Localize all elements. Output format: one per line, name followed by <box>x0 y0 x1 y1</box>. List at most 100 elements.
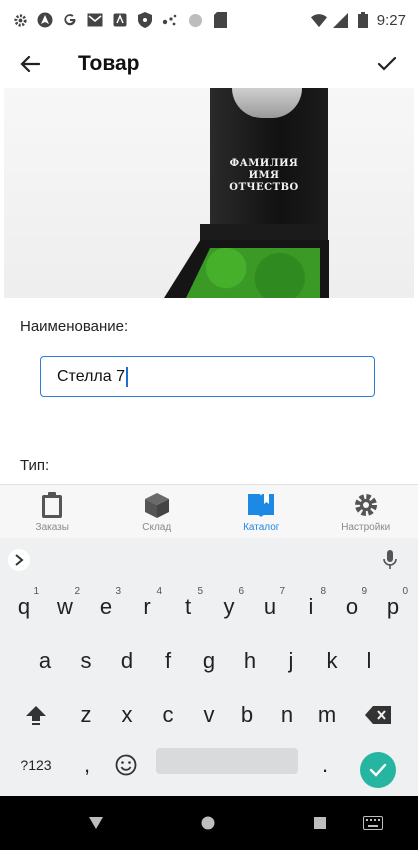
key-u[interactable]: u7 <box>251 584 289 630</box>
wifi-icon <box>310 12 327 28</box>
key-i[interactable]: i8 <box>292 584 330 630</box>
key-char: r <box>143 594 151 619</box>
key-hint: 6 <box>238 586 244 597</box>
name-input-value: Стелла 7 <box>57 367 125 385</box>
dots-icon <box>162 12 178 28</box>
keyboard-row-1: q1 w2 e3 r4 t5 y6 u7 i8 o9 p0 <box>0 584 418 636</box>
text-caret <box>125 366 128 387</box>
key-hint: 4 <box>156 586 162 597</box>
key-a[interactable]: a <box>26 638 64 684</box>
gmail-icon <box>87 12 103 28</box>
key-x[interactable]: x <box>108 692 146 738</box>
period-key[interactable]: . <box>310 742 340 788</box>
keyboard-row-4: ?123 , . <box>0 742 418 794</box>
backspace-key[interactable] <box>356 692 400 738</box>
backspace-icon <box>365 706 391 724</box>
back-button[interactable] <box>16 50 44 78</box>
key-v[interactable]: v <box>190 692 228 738</box>
key-r[interactable]: r4 <box>128 584 166 630</box>
key-q[interactable]: q1 <box>5 584 43 630</box>
key-e[interactable]: e3 <box>87 584 125 630</box>
shift-icon <box>26 706 46 725</box>
shift-key[interactable] <box>16 692 56 738</box>
key-n[interactable]: n <box>268 692 306 738</box>
home-circle-icon <box>201 816 215 830</box>
emoji-key[interactable] <box>106 742 146 788</box>
navigation-icon <box>37 12 53 28</box>
key-k[interactable]: k <box>313 638 351 684</box>
emoji-icon <box>115 754 137 776</box>
key-char: w <box>57 594 73 619</box>
nav-item-catalog[interactable]: Каталог <box>209 485 314 538</box>
key-hint: 2 <box>74 586 80 597</box>
key-char: o <box>345 594 359 619</box>
key-h[interactable]: h <box>231 638 269 684</box>
square-recents-icon <box>314 817 326 829</box>
status-icons-left <box>12 12 228 28</box>
shield-icon <box>137 12 153 28</box>
triangle-back-icon <box>89 817 103 829</box>
back-nav-button[interactable] <box>86 813 106 833</box>
key-s[interactable]: s <box>67 638 105 684</box>
battery-icon <box>355 12 371 28</box>
keyboard-suggestion-bar <box>0 538 418 582</box>
expand-suggestions-button[interactable] <box>8 549 30 571</box>
settings-icon <box>12 12 28 28</box>
inscription-line: ИМЯ <box>248 170 280 181</box>
app-bar: Товар <box>0 40 418 88</box>
key-hint: 5 <box>197 586 203 597</box>
status-time: 9:27 <box>376 11 406 29</box>
key-w[interactable]: w2 <box>46 584 84 630</box>
nav-label-orders: Заказы <box>35 522 69 533</box>
symbols-key[interactable]: ?123 <box>10 742 62 788</box>
key-o[interactable]: o9 <box>333 584 371 630</box>
key-hint: 8 <box>320 586 326 597</box>
key-f[interactable]: f <box>149 638 187 684</box>
key-y[interactable]: y6 <box>210 584 248 630</box>
nav-item-warehouse[interactable]: Склад <box>105 485 210 538</box>
name-label: Наименование: <box>20 318 129 335</box>
key-b[interactable]: b <box>228 692 266 738</box>
arrow-left-icon <box>20 55 40 73</box>
nav-label-catalog: Каталог <box>243 522 280 533</box>
signal-icon <box>333 12 349 28</box>
inscription-line: ОТЧЕСТВО <box>229 182 299 193</box>
key-p[interactable]: p0 <box>374 584 412 630</box>
key-c[interactable]: c <box>149 692 187 738</box>
soft-keyboard: q1 w2 e3 r4 t5 y6 u7 i8 o9 p0 a s d f g … <box>0 538 418 796</box>
name-input[interactable]: Стелла 7 <box>40 356 375 397</box>
keyboard-switch-button[interactable] <box>360 813 386 833</box>
key-z[interactable]: z <box>67 692 105 738</box>
sd-card-icon <box>212 12 228 28</box>
key-d[interactable]: d <box>108 638 146 684</box>
keyboard-row-3: z x c v b n m <box>0 692 418 744</box>
app-icon <box>112 12 128 28</box>
key-l[interactable]: l <box>350 638 388 684</box>
gear-icon <box>352 491 380 519</box>
nav-item-orders[interactable]: Заказы <box>0 485 105 538</box>
enter-key[interactable] <box>360 752 396 788</box>
headstone-inscription: ФАМИЛИЯ ИМЯ ОТЧЕСТВО <box>214 158 314 194</box>
key-char: e <box>99 594 113 619</box>
check-icon <box>377 56 397 71</box>
nav-item-settings[interactable]: Настройки <box>314 485 418 538</box>
save-button[interactable] <box>372 49 402 79</box>
key-char: t <box>184 594 192 619</box>
space-key[interactable] <box>156 748 298 774</box>
key-t[interactable]: t5 <box>169 584 207 630</box>
key-j[interactable]: j <box>272 638 310 684</box>
product-image[interactable]: ФАМИЛИЯ ИМЯ ОТЧЕСТВО <box>4 88 414 298</box>
inscription-line: ФАМИЛИЯ <box>229 158 299 169</box>
key-m[interactable]: m <box>308 692 346 738</box>
microphone-icon <box>383 550 397 569</box>
nav-label-warehouse: Склад <box>142 522 172 533</box>
home-nav-button[interactable] <box>198 813 218 833</box>
key-char: u <box>263 594 277 619</box>
nav-label-settings: Настройки <box>341 522 391 533</box>
recents-nav-button[interactable] <box>310 813 330 833</box>
comma-key[interactable]: , <box>68 742 106 788</box>
voice-input-button[interactable] <box>380 549 400 571</box>
key-g[interactable]: g <box>190 638 228 684</box>
key-hint: 7 <box>279 586 285 597</box>
page-title: Товар <box>78 52 140 75</box>
